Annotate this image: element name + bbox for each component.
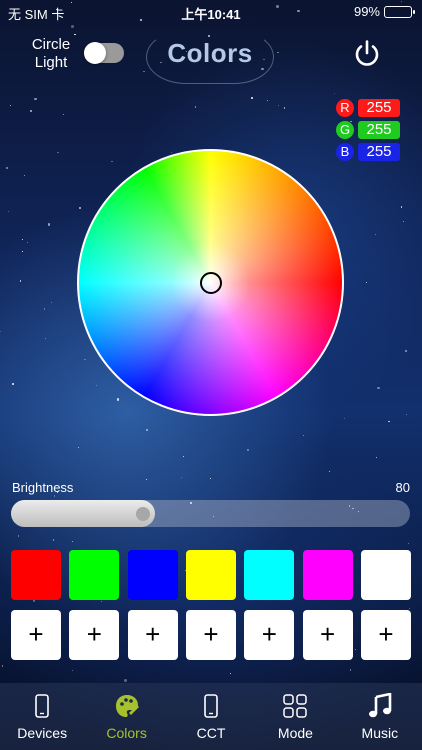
tab-label-colors: Colors (106, 725, 147, 741)
color-swatch-7[interactable] (360, 550, 411, 600)
tab-devices[interactable]: Devices (0, 683, 84, 750)
battery-icon (384, 5, 415, 18)
preset-swatches (11, 550, 411, 600)
color-picker-handle[interactable] (200, 272, 222, 294)
brightness-slider-fill (11, 500, 155, 527)
brightness-slider[interactable] (11, 500, 410, 527)
add-preset-button-6[interactable]: + (302, 610, 353, 660)
color-swatch-5[interactable] (244, 550, 295, 600)
color-swatch-6[interactable] (302, 550, 353, 600)
page-title: Colors (167, 38, 253, 68)
phone-icon (35, 694, 50, 718)
add-preset-button-4[interactable]: + (185, 610, 236, 660)
r-channel-label: R (336, 99, 354, 117)
phone-icon (204, 694, 218, 718)
battery-percent: 99% (353, 4, 380, 19)
color-swatch-4[interactable] (185, 550, 236, 600)
tab-mode[interactable]: Mode (253, 683, 337, 750)
tab-label-mode: Mode (277, 725, 313, 741)
status-right: 99% (353, 4, 415, 19)
brightness-value: 80 (395, 480, 410, 495)
tab-bar: Devices Colors CCT Mode Music (0, 683, 422, 750)
rgb-readout: R 255 G 255 B 255 (336, 97, 400, 163)
color-swatch-1[interactable] (11, 550, 61, 600)
status-bar: 无 SIM 卡 上午10:41 99% (0, 0, 422, 24)
power-icon[interactable] (352, 39, 382, 69)
b-channel-value: 255 (358, 143, 400, 161)
palette-icon (115, 695, 139, 717)
b-channel-label: B (336, 143, 354, 161)
title-badge: Colors (146, 30, 274, 84)
brightness-slider-thumb[interactable] (135, 507, 150, 521)
rgb-row-r: R 255 (336, 97, 400, 119)
rgb-row-b: B 255 (336, 141, 400, 163)
music-note-icon (368, 693, 392, 718)
grid-icon (283, 694, 308, 718)
tab-label-devices: Devices (17, 725, 68, 741)
color-swatch-3[interactable] (127, 550, 178, 600)
g-channel-label: G (336, 121, 354, 139)
r-channel-value: 255 (358, 99, 400, 117)
add-preset-button-7[interactable]: + (360, 610, 411, 660)
rgb-row-g: G 255 (336, 119, 400, 141)
add-preset-button-5[interactable]: + (244, 610, 295, 660)
circle-light-label: Circle Light (31, 36, 71, 71)
add-preset-button-3[interactable]: + (127, 610, 178, 660)
tab-label-cct: CCT (196, 725, 226, 741)
color-swatch-2[interactable] (69, 550, 120, 600)
add-preset-row: + + + + + + + (11, 610, 411, 660)
tab-cct[interactable]: CCT (169, 683, 253, 750)
tab-music[interactable]: Music (338, 683, 422, 750)
brightness-label: Brightness (12, 480, 74, 495)
tab-colors[interactable]: Colors (84, 683, 168, 750)
g-channel-value: 255 (358, 121, 400, 139)
add-preset-button-2[interactable]: + (69, 610, 120, 660)
tab-label-music: Music (361, 725, 399, 741)
toggle-knob (84, 42, 106, 64)
circle-light-toggle[interactable] (84, 42, 124, 64)
add-preset-button-1[interactable]: + (11, 610, 61, 660)
